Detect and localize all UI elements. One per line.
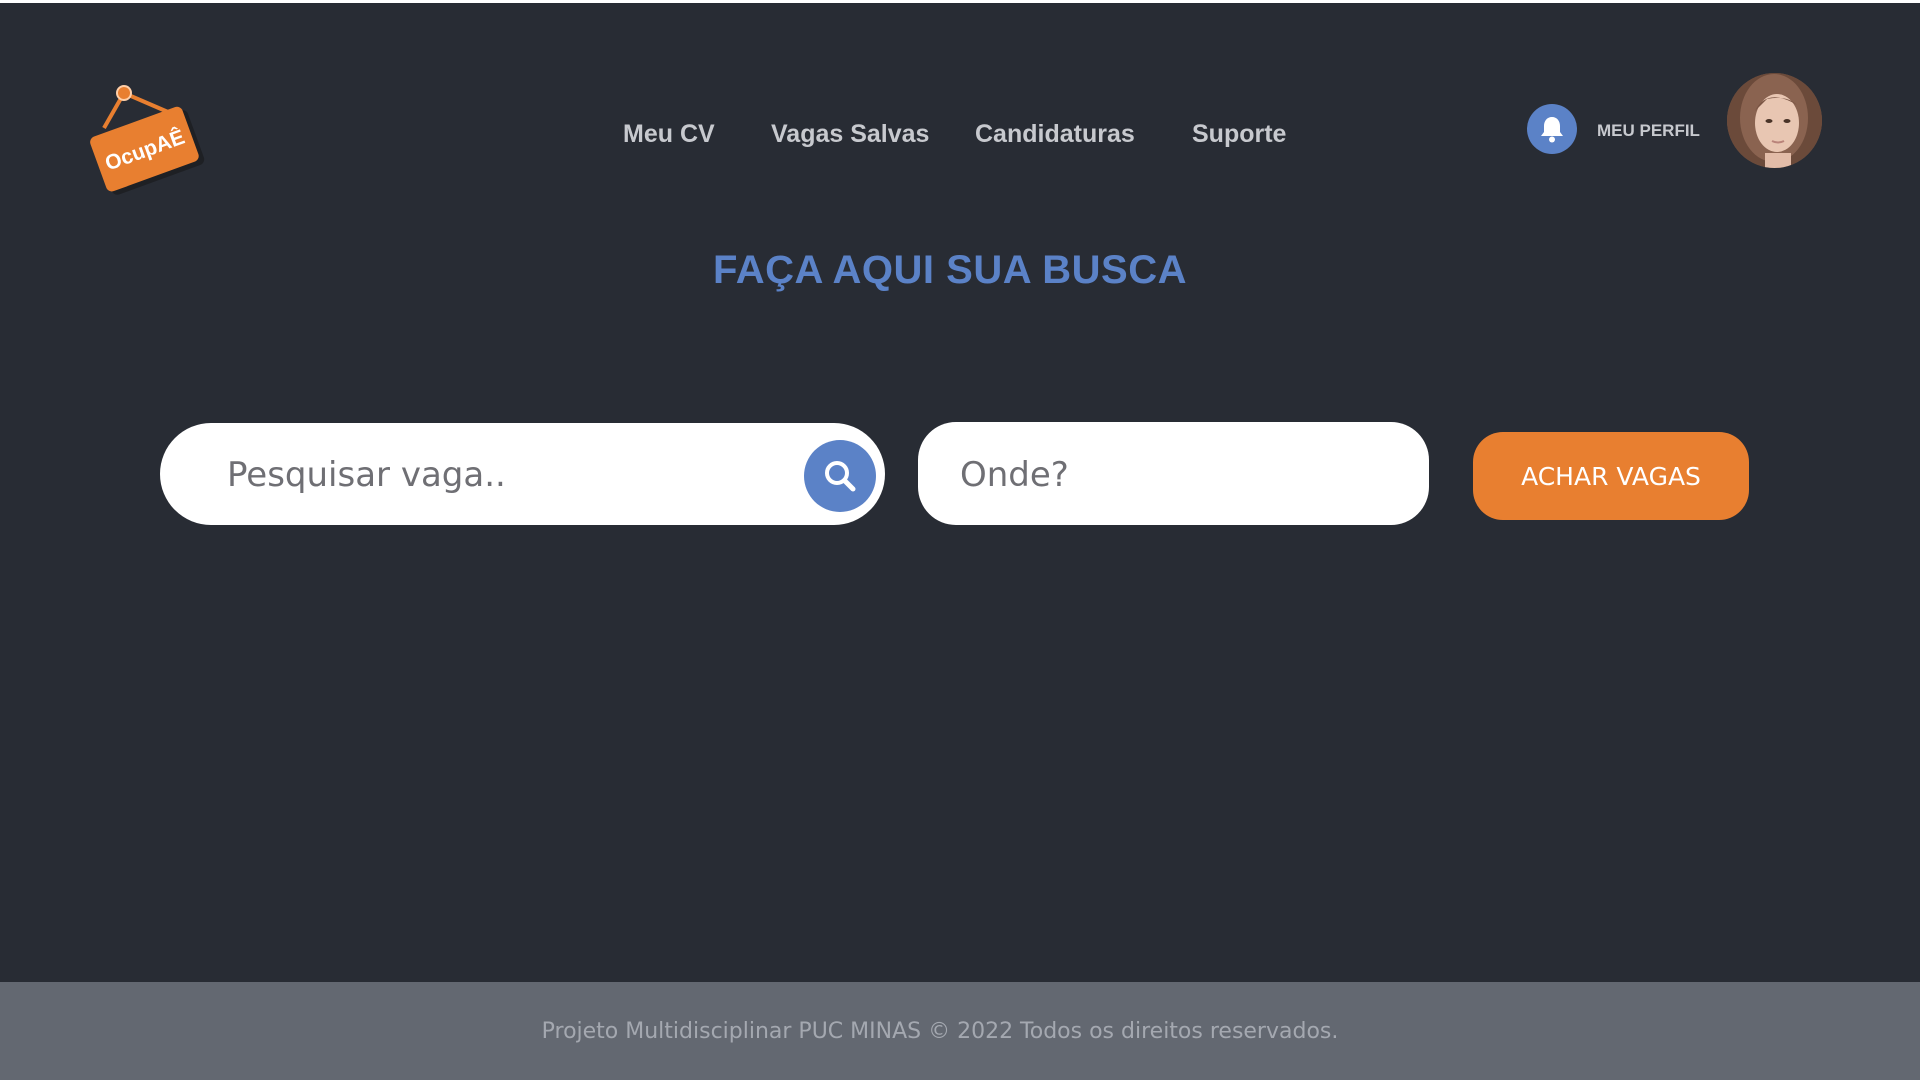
avatar[interactable] (1727, 73, 1822, 168)
find-jobs-button[interactable]: ACHAR VAGAS (1473, 432, 1749, 520)
top-border (0, 0, 1920, 3)
footer: Projeto Multidisciplinar PUC MINAS © 202… (0, 982, 1920, 1080)
notifications-button[interactable] (1527, 104, 1577, 154)
nav-item-vagas-salvas[interactable]: Vagas Salvas (771, 120, 929, 149)
page-title: FAÇA AQUI SUA BUSCA (713, 248, 1187, 292)
location-box (918, 422, 1429, 525)
location-input[interactable] (958, 449, 1382, 501)
search-box (160, 423, 885, 525)
user-photo-icon (1727, 73, 1822, 168)
profile-link[interactable]: MEU PERFIL (1597, 121, 1700, 141)
nav-item-meu-cv[interactable]: Meu CV (623, 120, 715, 149)
footer-copyright: Projeto Multidisciplinar PUC MINAS © 202… (541, 1018, 1339, 1044)
bell-icon (1541, 117, 1563, 143)
nav-item-candidaturas[interactable]: Candidaturas (975, 120, 1135, 149)
search-button[interactable] (804, 440, 876, 512)
search-input[interactable] (225, 449, 709, 501)
nav-item-suporte[interactable]: Suporte (1192, 120, 1286, 149)
search-icon (825, 461, 856, 492)
